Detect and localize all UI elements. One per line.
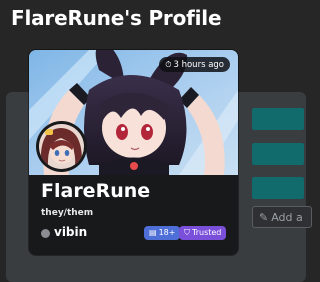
profile-card[interactable]: ⏱ 3 hours ago FlareRune they/them vibin ▤… bbox=[29, 50, 238, 255]
display-name: FlareRune bbox=[41, 180, 151, 202]
pronouns: they/them bbox=[41, 208, 94, 218]
add-note-input[interactable]: ✎ Add a bbox=[252, 206, 312, 228]
add-note-placeholder: Add a bbox=[271, 211, 303, 224]
side-action-bar-3[interactable] bbox=[252, 177, 304, 199]
age-badge-label: 18+ bbox=[158, 228, 176, 237]
trusted-badge[interactable]: ⛉ Trusted bbox=[179, 226, 227, 240]
last-seen-text: 3 hours ago bbox=[173, 60, 224, 70]
status-indicator-icon bbox=[41, 229, 50, 238]
trusted-badge-label: Trusted bbox=[192, 228, 222, 237]
side-action-bar-1[interactable] bbox=[252, 108, 304, 130]
pencil-icon: ✎ bbox=[259, 211, 269, 224]
age-verified-badge[interactable]: ▤ 18+ bbox=[144, 226, 181, 240]
status-text: vibin bbox=[54, 225, 88, 239]
side-action-bar-2[interactable] bbox=[252, 143, 304, 165]
shield-icon: ⛉ bbox=[184, 228, 190, 237]
last-seen-badge: ⏱ 3 hours ago bbox=[159, 57, 230, 72]
stopwatch-icon: ⏱ bbox=[165, 60, 172, 69]
page-title: FlareRune's Profile bbox=[11, 6, 222, 30]
id-card-icon: ▤ bbox=[149, 228, 157, 237]
avatar[interactable] bbox=[36, 121, 87, 172]
